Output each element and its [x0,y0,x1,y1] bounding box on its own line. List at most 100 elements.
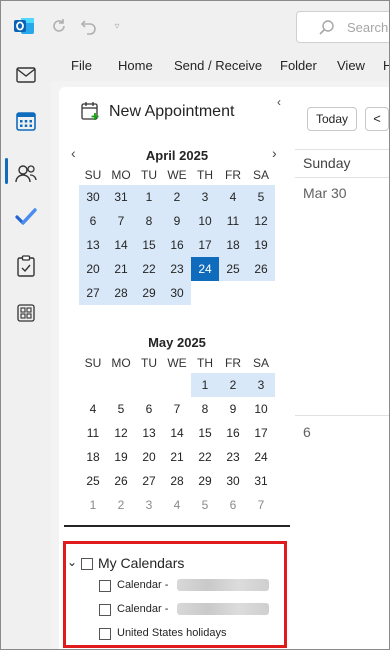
date-cell[interactable]: 2 [219,373,247,397]
date-cell[interactable]: 18 [79,445,107,469]
my-calendars-checkbox[interactable] [81,558,93,570]
people-icon[interactable] [14,161,38,185]
date-cell[interactable]: 6 [135,397,163,421]
menu-view[interactable]: View [337,58,365,73]
date-cell[interactable]: 4 [219,185,247,209]
date-cell[interactable]: 2 [107,493,135,517]
date-cell[interactable]: 14 [163,421,191,445]
todo-icon[interactable] [14,205,38,229]
date-cell[interactable]: 8 [191,397,219,421]
date-cell[interactable]: 26 [107,469,135,493]
date-cell[interactable]: 31 [247,469,275,493]
date-cell[interactable]: 1 [135,185,163,209]
menu-send-receive[interactable]: Send / Receive [174,58,262,73]
calendar-checkbox[interactable] [99,628,111,640]
date-cell[interactable]: 30 [163,281,191,305]
date-cell[interactable]: 27 [135,469,163,493]
date-cell[interactable]: 11 [219,209,247,233]
date-cell[interactable]: 12 [107,421,135,445]
date-cell[interactable]: 27 [79,281,107,305]
outlook-logo-icon[interactable] [13,15,35,37]
date-cell[interactable]: 26 [247,257,275,281]
tasks-icon[interactable] [14,254,38,278]
date-cell[interactable]: 10 [191,209,219,233]
date-cell[interactable]: 21 [107,257,135,281]
date-cell[interactable]: 7 [163,397,191,421]
new-appointment-label: New Appointment [109,103,235,120]
chevron-down-icon[interactable]: ⌄ [67,555,77,569]
date-cell[interactable]: 9 [163,209,191,233]
today-button[interactable]: Today [307,107,357,131]
date-cell[interactable]: 5 [191,493,219,517]
menu-home[interactable]: Home [118,58,153,73]
date-cell[interactable]: 17 [247,421,275,445]
calendar-checkbox[interactable] [99,604,111,616]
date-cell[interactable]: 6 [79,209,107,233]
date-cell[interactable]: 8 [135,209,163,233]
date-cell[interactable]: 7 [247,493,275,517]
date-cell[interactable]: 3 [191,185,219,209]
date-cell[interactable]: 13 [79,233,107,257]
date-cell[interactable]: 23 [219,445,247,469]
date-cell[interactable]: 4 [79,397,107,421]
collapse-pane-icon[interactable]: ‹ [277,95,281,109]
date-cell[interactable]: 28 [163,469,191,493]
menu-help[interactable]: H [383,58,389,73]
date-cell[interactable]: Mar 30 [303,185,347,201]
date-cell[interactable]: 19 [247,233,275,257]
sync-icon[interactable] [49,16,69,36]
date-cell[interactable]: 28 [107,281,135,305]
menu-folder[interactable]: Folder [280,58,317,73]
date-cell[interactable]: 11 [79,421,107,445]
date-cell[interactable]: 10 [247,397,275,421]
undo-icon[interactable] [79,16,99,36]
date-cell[interactable]: 4 [163,493,191,517]
date-cell[interactable]: 6 [219,493,247,517]
date-cell[interactable]: 3 [247,373,275,397]
date-cell[interactable]: 5 [247,185,275,209]
date-cell[interactable]: 25 [79,469,107,493]
apps-icon[interactable] [14,301,38,325]
date-cell[interactable]: 24 [191,257,219,281]
previous-button[interactable]: < [365,107,389,131]
date-cell[interactable]: 22 [135,257,163,281]
date-cell[interactable]: 13 [135,421,163,445]
date-cell[interactable]: 30 [219,469,247,493]
calendar-checkbox[interactable] [99,580,111,592]
date-cell[interactable]: 25 [219,257,247,281]
mail-icon[interactable] [14,63,38,87]
date-cell[interactable]: 15 [135,233,163,257]
date-cell[interactable]: 15 [191,421,219,445]
date-cell[interactable]: 21 [163,445,191,469]
date-cell[interactable]: 30 [79,185,107,209]
date-cell[interactable]: 18 [219,233,247,257]
date-cell[interactable]: 2 [163,185,191,209]
date-cell[interactable]: 24 [247,445,275,469]
date-cell[interactable]: 29 [135,281,163,305]
search-box[interactable]: Search [296,11,389,43]
date-cell[interactable]: 20 [79,257,107,281]
date-cell[interactable]: 20 [135,445,163,469]
app-rail [1,51,51,649]
date-cell[interactable]: 22 [191,445,219,469]
date-cell[interactable]: 14 [107,233,135,257]
customize-toolbar-icon[interactable]: ▿ [107,16,127,36]
date-cell[interactable]: 9 [219,397,247,421]
date-cell[interactable]: 3 [135,493,163,517]
date-cell[interactable]: 29 [191,469,219,493]
date-cell[interactable]: 17 [191,233,219,257]
date-cell[interactable]: 16 [219,421,247,445]
calendar-icon[interactable] [14,109,38,133]
date-cell[interactable]: 19 [107,445,135,469]
date-cell[interactable]: 31 [107,185,135,209]
next-month-icon[interactable]: › [272,145,277,161]
date-cell[interactable]: 16 [163,233,191,257]
date-cell[interactable]: 7 [107,209,135,233]
date-cell[interactable]: 23 [163,257,191,281]
date-cell[interactable]: 12 [247,209,275,233]
menu-file[interactable]: File [71,58,92,73]
date-cell[interactable]: 5 [107,397,135,421]
date-cell[interactable]: 1 [79,493,107,517]
date-cell[interactable]: 1 [191,373,219,397]
date-cell[interactable]: 6 [303,424,311,440]
